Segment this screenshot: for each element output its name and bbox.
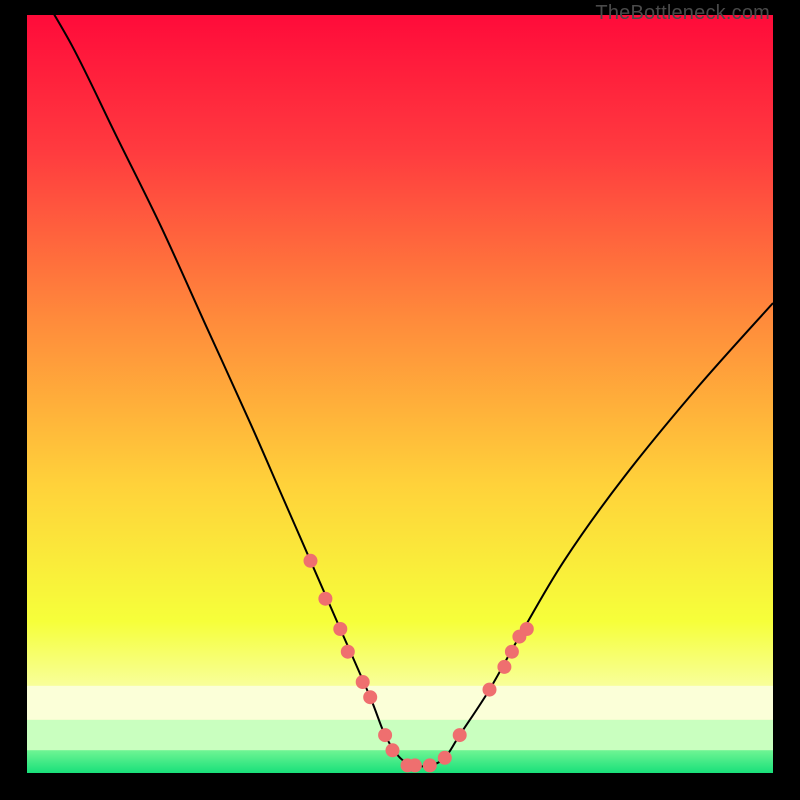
highlight-band: [27, 686, 773, 720]
gradient-background: [27, 15, 773, 773]
marker-point: [386, 744, 399, 757]
highlight-bands: [27, 686, 773, 750]
marker-point: [423, 759, 436, 772]
bottleneck-chart: [27, 15, 773, 773]
plot-area: [27, 15, 773, 773]
marker-point: [319, 592, 332, 605]
marker-point: [334, 623, 347, 636]
marker-point: [520, 623, 533, 636]
watermark-text: TheBottleneck.com: [595, 2, 770, 25]
marker-point: [364, 691, 377, 704]
marker-point: [408, 759, 421, 772]
highlight-band: [27, 720, 773, 750]
marker-point: [379, 729, 392, 742]
marker-point: [304, 554, 317, 567]
marker-point: [505, 645, 518, 658]
chart-frame: TheBottleneck.com: [0, 0, 800, 800]
marker-point: [438, 751, 451, 764]
marker-point: [356, 676, 369, 689]
marker-point: [341, 645, 354, 658]
marker-point: [483, 683, 496, 696]
marker-point: [453, 729, 466, 742]
marker-point: [498, 660, 511, 673]
